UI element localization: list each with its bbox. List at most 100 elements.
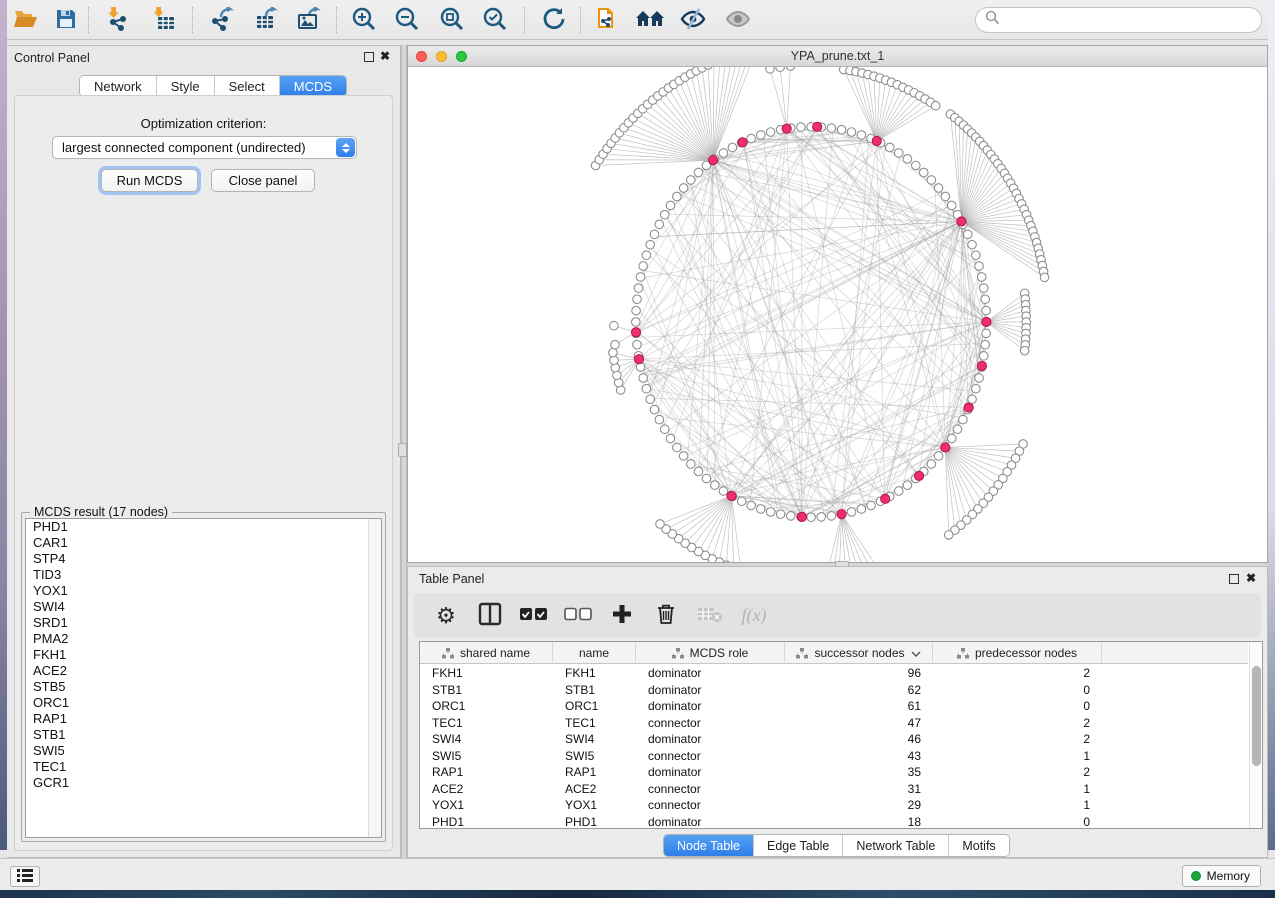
column-header-shared-name[interactable]: shared name	[420, 642, 553, 664]
criterion-select[interactable]: largest connected component (undirected)	[52, 136, 357, 159]
column-header-predecessor-nodes[interactable]: predecessor nodes	[933, 642, 1102, 664]
column-header-MCDS-role[interactable]: MCDS role	[636, 642, 785, 664]
mcds-result-item[interactable]: STP4	[26, 551, 381, 567]
table-row[interactable]: SWI5SWI5connector431	[420, 748, 1248, 765]
run-mcds-button[interactable]: Run MCDS	[101, 169, 198, 192]
zoom-in-icon	[351, 6, 377, 35]
export-image-icon	[295, 7, 321, 34]
mcds-result-item[interactable]: TEC1	[26, 759, 381, 775]
table-row[interactable]: YOX1YOX1connector291	[420, 797, 1248, 814]
table-row[interactable]: FKH1FKH1dominator962	[420, 665, 1248, 682]
refresh-icon	[541, 6, 567, 35]
control-panel-title: Control Panel	[14, 51, 90, 65]
search-box[interactable]	[975, 7, 1262, 33]
mcds-result-item[interactable]: ACE2	[26, 663, 381, 679]
open-file-button[interactable]	[11, 6, 41, 34]
tab-edge-table[interactable]: Edge Table	[754, 835, 843, 856]
table-row[interactable]: STB1STB1dominator620	[420, 682, 1248, 699]
show-columns-button[interactable]	[475, 601, 505, 631]
mcds-result-item[interactable]: SWI4	[26, 599, 381, 615]
vertical-splitter[interactable]	[401, 45, 407, 858]
create-column-button[interactable]	[607, 601, 637, 631]
table-cell: PHD1	[553, 814, 636, 829]
mcds-result-item[interactable]: PMA2	[26, 631, 381, 647]
tab-select[interactable]: Select	[215, 76, 280, 96]
float-panel-icon[interactable]	[364, 52, 374, 62]
mcds-result-item[interactable]: STB1	[26, 727, 381, 743]
table-row[interactable]: TEC1TEC1connector472	[420, 715, 1248, 732]
search-input[interactable]	[1000, 10, 1261, 30]
zoom-out-button[interactable]	[392, 6, 422, 34]
table-scrollbar[interactable]	[1249, 642, 1262, 828]
mcds-result-item[interactable]: PHD1	[26, 519, 381, 535]
export-image-button[interactable]	[293, 6, 323, 34]
table-row[interactable]: SWI4SWI4dominator462	[420, 731, 1248, 748]
tab-motifs[interactable]: Motifs	[949, 835, 1008, 856]
mcds-result-list[interactable]: PHD1CAR1STP4TID3YOX1SWI4SRD1PMA2FKH1ACE2…	[25, 518, 382, 838]
mcds-result-item[interactable]: CAR1	[26, 535, 381, 551]
table-header-row: shared name nameMCDS rolesuccessor nodesp…	[420, 642, 1248, 664]
mcds-result-item[interactable]: STB5	[26, 679, 381, 695]
memory-button[interactable]: Memory	[1182, 865, 1261, 887]
table-cell: dominator	[636, 665, 785, 682]
zoom-fit-button[interactable]	[437, 6, 467, 34]
toolbar-separator	[88, 7, 89, 33]
tab-network[interactable]: Network	[80, 76, 157, 96]
table-settings-button[interactable]: ⚙	[431, 601, 461, 631]
mcds-result-item[interactable]: RAP1	[26, 711, 381, 727]
zoom-in-button[interactable]	[349, 6, 379, 34]
splitter-grip[interactable]	[398, 443, 407, 457]
import-table-button[interactable]	[150, 6, 180, 34]
scrollbar-thumb[interactable]	[1252, 666, 1261, 766]
hide-selected-button[interactable]	[678, 6, 708, 34]
mcds-result-item[interactable]: YOX1	[26, 583, 381, 599]
tab-mcds[interactable]: MCDS	[280, 76, 346, 96]
zoom-out-icon	[394, 6, 420, 35]
show-log-button[interactable]	[10, 866, 40, 887]
table-row[interactable]: ACE2ACE2connector311	[420, 781, 1248, 798]
shared-column-icon	[957, 648, 969, 659]
mcds-result-item[interactable]: SWI5	[26, 743, 381, 759]
show-hidden-button[interactable]	[723, 6, 753, 34]
tab-style[interactable]: Style	[157, 76, 215, 96]
table-row[interactable]: RAP1RAP1dominator352	[420, 764, 1248, 781]
float-panel-icon[interactable]	[1229, 574, 1239, 584]
mcds-result-item[interactable]: SRD1	[26, 615, 381, 631]
new-network-from-selection-button[interactable]	[593, 6, 623, 34]
tab-network-table[interactable]: Network Table	[843, 835, 949, 856]
mcds-result-item[interactable]: ORC1	[26, 695, 381, 711]
delete-column-button[interactable]	[651, 601, 681, 631]
zoom-selected-button[interactable]	[480, 6, 510, 34]
mcds-result-item[interactable]: TID3	[26, 567, 381, 583]
select-all-columns-button[interactable]	[519, 601, 549, 631]
column-label: shared name	[460, 646, 530, 660]
export-table-button[interactable]	[251, 6, 281, 34]
delete-table-button[interactable]	[695, 601, 725, 631]
first-neighbors-button[interactable]	[635, 6, 665, 34]
save-session-button[interactable]	[51, 6, 81, 34]
table-cell: 35	[785, 764, 933, 781]
export-network-button[interactable]	[207, 6, 237, 34]
network-title: YPA_prune.txt_1	[408, 49, 1267, 63]
table-row[interactable]: PHD1PHD1dominator180	[420, 814, 1248, 829]
tab-node-table[interactable]: Node Table	[664, 835, 754, 856]
table-cell: 1	[933, 797, 1102, 814]
close-panel-button[interactable]: Close panel	[211, 169, 315, 192]
mcds-result-group: MCDS result (17 nodes) PHD1CAR1STP4TID3Y…	[21, 512, 386, 842]
mcds-tab-content: Optimization criterion: largest connecte…	[14, 95, 393, 851]
close-panel-icon[interactable]: ✖	[1246, 571, 1256, 585]
table-cell: dominator	[636, 731, 785, 748]
import-network-button[interactable]	[104, 6, 134, 34]
mcds-list-scrollbar[interactable]	[368, 519, 381, 837]
function-builder-button[interactable]: f(x)	[739, 601, 769, 631]
column-header-successor-nodes[interactable]: successor nodes	[785, 642, 933, 664]
table-row[interactable]: ORC1ORC1dominator610	[420, 698, 1248, 715]
network-canvas[interactable]	[408, 67, 1267, 562]
column-header-name[interactable]: name	[553, 642, 636, 664]
close-panel-icon[interactable]: ✖	[380, 49, 390, 63]
mcds-result-item[interactable]: GCR1	[26, 775, 381, 791]
mcds-result-item[interactable]: FKH1	[26, 647, 381, 663]
control-panel-header: Control Panel ✖	[7, 46, 400, 70]
deselect-all-columns-button[interactable]	[563, 601, 593, 631]
refresh-button[interactable]	[539, 6, 569, 34]
